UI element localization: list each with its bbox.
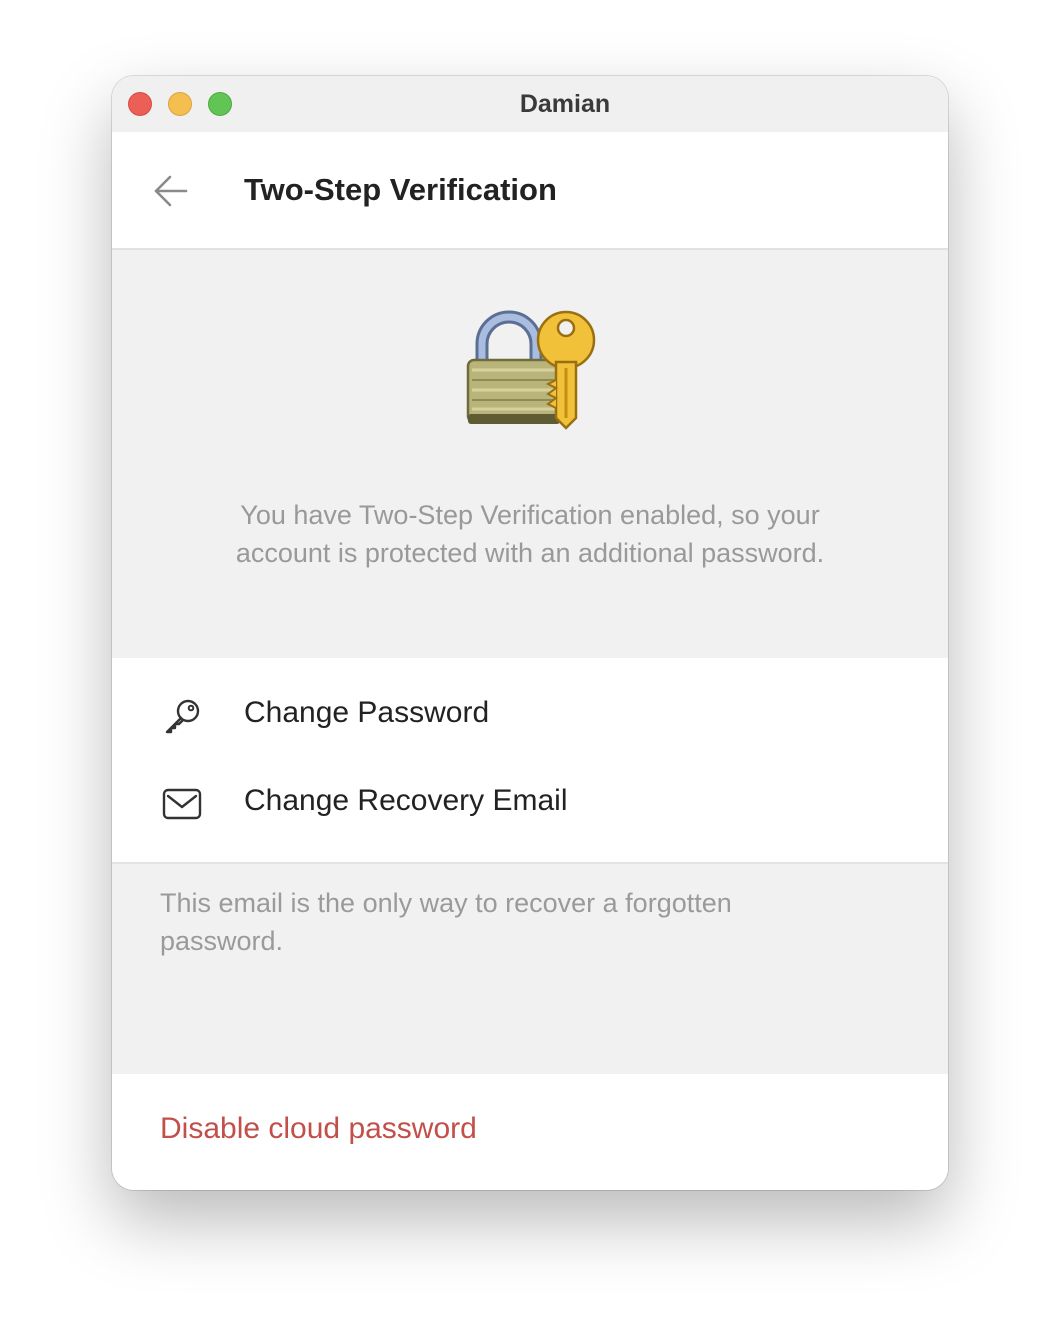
change-password-label: Change Password: [244, 696, 490, 729]
status-section: You have Two-Step Verification enabled, …: [112, 250, 948, 658]
page-header: Two-Step Verification: [112, 132, 948, 250]
settings-menu: Change Password Change Recovery Email: [112, 658, 948, 862]
danger-section: Disable cloud password: [112, 1074, 948, 1190]
envelope-icon: [162, 788, 202, 820]
change-recovery-email-label: Change Recovery Email: [244, 784, 568, 817]
lock-with-key-icon: [466, 310, 596, 430]
page-title: Two-Step Verification: [244, 172, 557, 207]
disable-cloud-password-button[interactable]: Disable cloud password: [160, 1112, 477, 1146]
window-title: Damian: [519, 90, 611, 118]
key-icon: [165, 699, 200, 734]
recovery-email-note: This email is the only way to recover a …: [112, 862, 948, 1074]
title-bar[interactable]: Damian: [112, 76, 948, 132]
app-window: Damian Two-Step Verification You have Tw…: [112, 76, 948, 1190]
change-recovery-email-button[interactable]: Change Recovery Email: [112, 760, 948, 848]
recovery-email-hint: This email is the only way to recover a …: [160, 888, 732, 956]
status-description: You have Two-Step Verification enabled, …: [235, 500, 825, 568]
arrow-left-icon[interactable]: [152, 172, 190, 210]
change-password-button[interactable]: Change Password: [112, 672, 948, 760]
